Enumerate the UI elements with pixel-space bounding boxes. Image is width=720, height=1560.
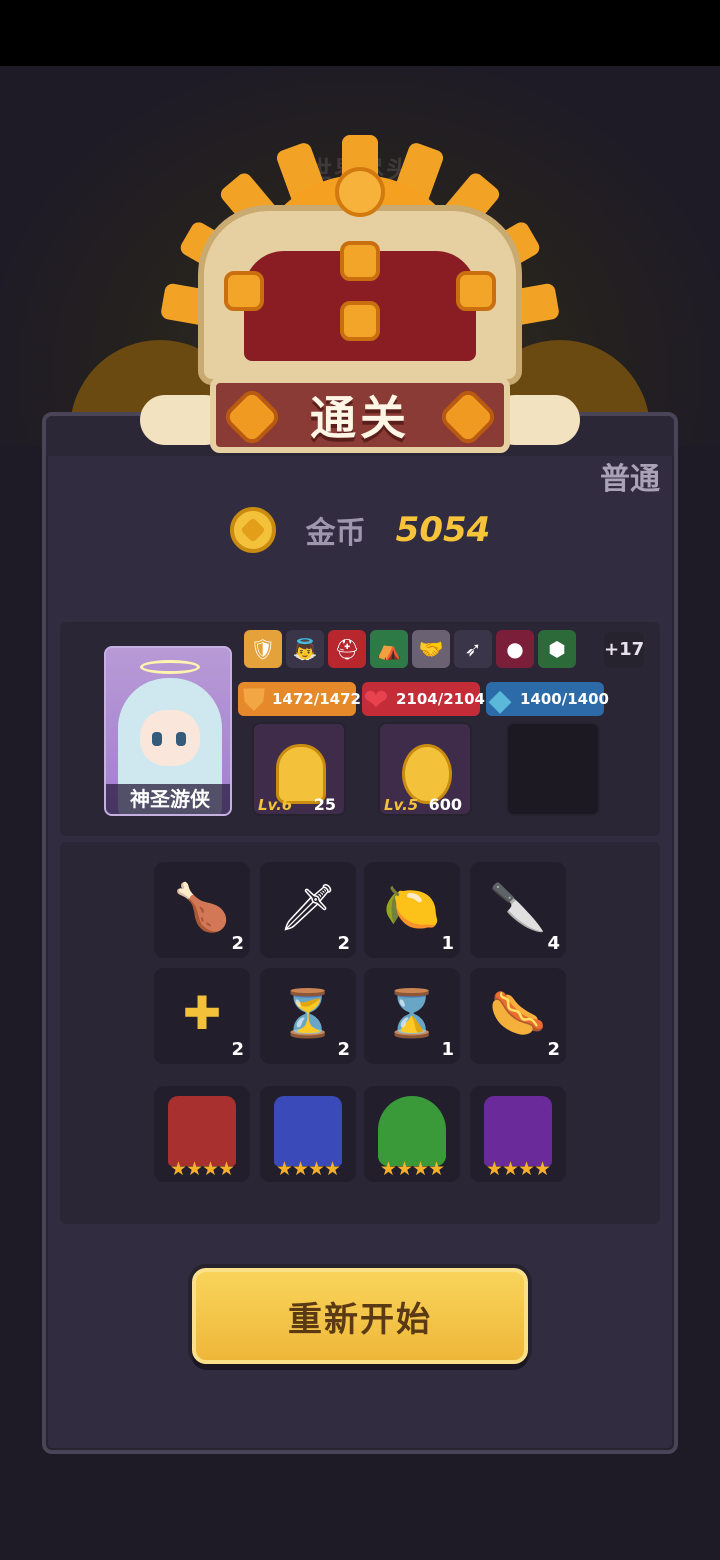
skill-slot-1[interactable]: Lv.6 25 [252,722,346,816]
item-slot[interactable]: ⌛ 1 [364,968,460,1064]
companion-card[interactable]: ★★★★ [154,1086,250,1182]
blue-knight-icon [274,1096,342,1166]
lemon-icon: 🍋 [383,880,441,934]
item-quantity: 2 [231,1039,244,1060]
banner-ribbon: 通关 [210,377,510,453]
skill-slot-empty[interactable] [506,722,600,816]
handshake-icon[interactable]: 🤝 [412,630,450,668]
chameleon-icon [378,1096,446,1166]
shield-icon: ⛊ [242,682,266,718]
purple-priest-icon [484,1096,552,1166]
item-slot[interactable]: 🌭 2 [470,968,566,1064]
crown-top-ornament [335,167,385,217]
buff-more-count[interactable]: +17 [604,632,644,668]
item-quantity: 1 [441,933,454,954]
hero-name: 神圣游侠 [106,784,230,814]
ribbon-gem-right [436,385,500,449]
dagger-icon: 🗡 [278,880,338,934]
knife-icon: 🔪 [489,880,547,934]
banner-title: 通关 [310,391,410,445]
helmet-icon[interactable]: ⛑ [328,630,366,668]
buff-row: 🛡 👼 ⛑ ⛺ 🤝 ➶ ● ⬢ [244,630,576,668]
item-quantity: 2 [231,933,244,954]
companion-card[interactable]: ★★★★ [470,1086,566,1182]
crown-gem [224,271,264,311]
hero-avatar[interactable]: 神圣游侠 [104,646,232,816]
roast-meat-icon: 🍗 [173,880,231,934]
crown-gem [340,301,380,341]
crown-emblem: 通关 [130,95,590,455]
item-slot[interactable]: ✚ 2 [154,968,250,1064]
item-quantity: 2 [547,1039,560,1060]
red-wizard-icon [168,1096,236,1166]
companion-card[interactable]: ★★★★ [260,1086,356,1182]
arrow-icon[interactable]: ➶ [454,630,492,668]
hero-eye [152,732,162,746]
crown-gem [456,271,496,311]
item-slot[interactable]: 🔪 4 [470,862,566,958]
item-quantity: 2 [337,1039,350,1060]
hero-face [140,710,200,766]
star-rating: ★★★★ [485,1158,551,1180]
crown-gem [340,241,380,281]
heart-icon: ❤ [363,682,389,718]
hotdog-icon: 🌭 [489,986,547,1040]
star-rating: ★★★★ [379,1158,445,1180]
restart-button[interactable]: 重新开始 [192,1268,528,1364]
orb-icon[interactable]: ● [496,630,534,668]
coin-value: 5054 [395,510,491,550]
hero-eye [176,732,186,746]
status-bar [0,0,720,66]
item-quantity: 4 [547,933,560,954]
skill-level: Lv.5 [384,796,419,814]
hourglass-ornate-icon: ⏳ [279,986,337,1040]
turtle-shell-icon[interactable]: ⬢ [538,630,576,668]
angel-icon[interactable]: 👼 [286,630,324,668]
coin-summary: 金币 5054 [0,500,720,560]
skill-count: 600 [428,795,462,814]
diamond-icon: ◆ [488,682,512,718]
skill-slot-2[interactable]: Lv.5 600 [378,722,472,816]
item-slot[interactable]: 🍗 2 [154,862,250,958]
item-slot[interactable]: 🍋 1 [364,862,460,958]
hourglass-icon: ⌛ [383,986,441,1040]
item-slot[interactable]: ⏳ 2 [260,968,356,1064]
star-rating: ★★★★ [169,1158,235,1180]
shield-crown-icon[interactable]: 🛡 [244,630,282,668]
gold-coin-icon [229,507,276,553]
coin-label: 金币 [305,516,366,551]
gold-cross-icon: ✚ [182,986,222,1040]
items-section [60,842,660,1224]
halo-icon [140,660,200,674]
companion-card[interactable]: ★★★★ [364,1086,460,1182]
star-rating: ★★★★ [275,1158,341,1180]
difficulty-label: 普通 [600,462,660,497]
skill-level: Lv.6 [258,796,293,814]
crown-icon [198,205,522,385]
item-quantity: 2 [337,933,350,954]
item-slot[interactable]: 🗡 2 [260,862,356,958]
item-quantity: 1 [441,1039,454,1060]
tent-icon[interactable]: ⛺ [370,630,408,668]
ribbon-gem-left [220,385,284,449]
skill-count: 25 [313,795,336,814]
